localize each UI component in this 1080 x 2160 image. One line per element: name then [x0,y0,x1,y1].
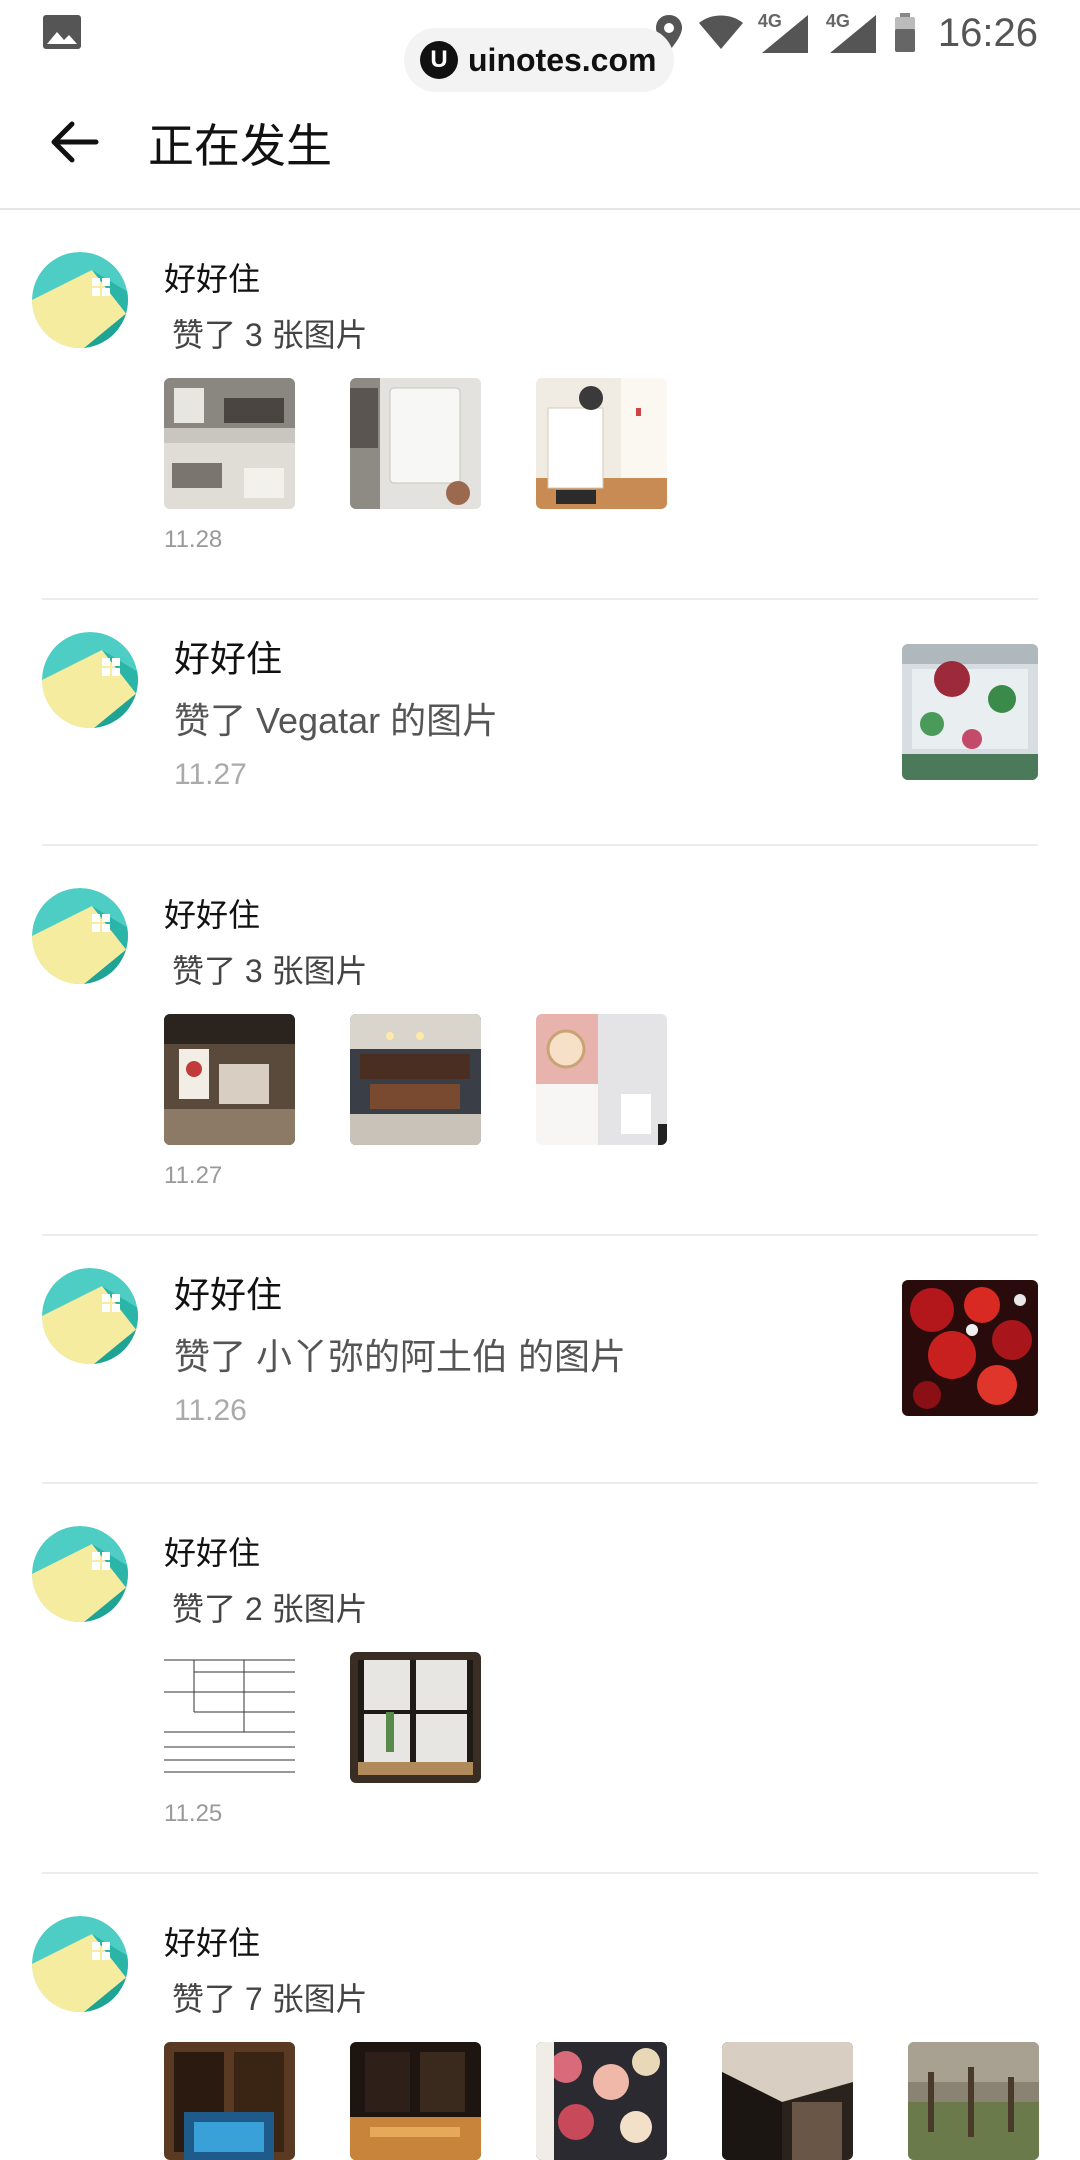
app-bar: 正在发生 [0,66,1080,210]
signal-sim1: 4G [758,11,812,55]
photo-thumbnail[interactable] [536,2042,667,2160]
battery-icon [894,13,915,52]
feed-item[interactable]: 好好住 赞了 3 张图片 [0,210,1080,600]
action-text: 赞了 Vegatar 的图片 [174,700,499,741]
photo-thumbnail[interactable] [164,2042,295,2160]
photo-thumbnail[interactable] [350,1014,481,1145]
action-text: 赞了 3 张图片 [172,953,368,989]
timestamp: 11.26 [174,1394,247,1427]
wifi-icon [698,15,743,49]
gallery-notification-icon [43,15,81,49]
timestamp: 11.27 [164,1162,223,1189]
timestamp: 11.25 [164,1800,223,1827]
avatar[interactable] [32,888,128,984]
photo-thumbnail[interactable] [908,2042,1039,2160]
thumbnail-row [164,378,667,509]
user-name[interactable]: 好好住 [164,890,260,936]
user-name[interactable]: 好好住 [174,630,282,682]
feed-item[interactable]: 好好住 赞了 7 张图片 [0,1874,1080,2160]
action-text: 赞了 3 张图片 [172,317,368,353]
timestamp: 11.27 [174,758,247,791]
photo-thumbnail[interactable] [536,1014,667,1145]
signal-icon [761,15,808,53]
feed-item[interactable]: 好好住 赞了 Vegatar 的图片 11.27 [0,600,1080,846]
feed-item[interactable]: 好好住 赞了 2 张图片 11.25 [0,1484,1080,1874]
clock: 16:26 [937,10,1038,55]
avatar[interactable] [42,1268,138,1364]
photo-thumbnail[interactable] [902,1280,1038,1416]
photo-thumbnail[interactable] [350,378,481,509]
photo-thumbnail[interactable] [164,378,295,509]
arrow-left-icon[interactable] [46,114,102,170]
action-text: 赞了 2 张图片 [172,1591,368,1627]
action-text: 赞了 小丫弥的阿土伯 的图片 [174,1336,627,1377]
user-name[interactable]: 好好住 [164,254,260,300]
action-text: 赞了 7 张图片 [172,1981,368,2017]
photo-thumbnail[interactable] [164,1652,295,1783]
feed-item[interactable]: 好好住 赞了 小丫弥的阿土伯 的图片 11.26 [0,1236,1080,1484]
avatar[interactable] [32,1916,128,2012]
avatar[interactable] [42,632,138,728]
signal-sim2: 4G [826,11,880,55]
user-name[interactable]: 好好住 [164,1918,260,1964]
page-title: 正在发生 [148,120,332,172]
status-icons: 4G 4G 16:26 [654,6,1038,60]
photo-thumbnail[interactable] [350,1652,481,1783]
thumbnail-row [164,1014,667,1145]
avatar[interactable] [32,252,128,348]
photo-thumbnail[interactable] [536,378,667,509]
timestamp: 11.28 [164,526,223,553]
photo-thumbnail[interactable] [350,2042,481,2160]
thumbnail-row [164,2042,1039,2160]
feed-item[interactable]: 好好住 赞了 3 张图片 [0,846,1080,1236]
avatar[interactable] [32,1526,128,1622]
photo-thumbnail[interactable] [902,644,1038,780]
user-name[interactable]: 好好住 [174,1266,282,1318]
signal-icon [829,15,876,53]
photo-thumbnail[interactable] [722,2042,853,2160]
user-name[interactable]: 好好住 [164,1528,260,1574]
photo-thumbnail[interactable] [164,1014,295,1145]
thumbnail-row [164,1652,481,1783]
